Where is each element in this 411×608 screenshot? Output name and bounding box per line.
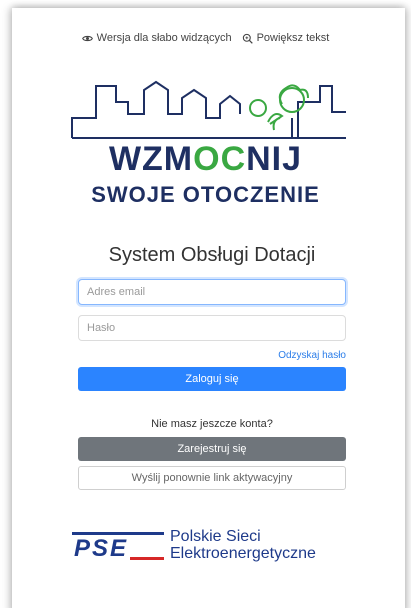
brand-part-nij: NIJ: [246, 140, 303, 178]
password-field[interactable]: [78, 315, 346, 341]
brand-title: WZMOCNIJ: [0, 140, 411, 179]
recover-password-link[interactable]: Odzyskaj hasło: [278, 350, 346, 361]
magnifier-icon: [242, 33, 253, 44]
brand-part-wzm: WZM: [108, 140, 194, 178]
eye-icon: [81, 35, 93, 41]
no-account-prompt: Nie masz jeszcze konta?: [151, 418, 273, 430]
low-vision-label: Wersja dla słabo widzących: [96, 32, 232, 44]
pse-name: Polskie Sieci Elektroenergetyczne: [170, 528, 360, 562]
pse-name-line1: Polskie Sieci: [170, 528, 261, 545]
skyline-icon: [71, 80, 346, 139]
brand-part-oc: OC: [193, 140, 247, 178]
email-field[interactable]: [78, 279, 346, 305]
pse-name-line2: Elektroenergetyczne: [170, 545, 316, 562]
resend-activation-button[interactable]: Wyślij ponownie link aktywacyjny: [78, 466, 346, 490]
login-button[interactable]: Zaloguj się: [78, 367, 346, 391]
zoom-text-label: Powiększ tekst: [256, 32, 330, 44]
low-vision-link[interactable]: Wersja dla słabo widzących: [81, 32, 232, 44]
pse-logo-icon: PSE: [72, 532, 164, 562]
pse-logo-text: PSE: [74, 535, 128, 562]
zoom-text-link[interactable]: Powiększ tekst: [242, 32, 330, 44]
page-title: System Obsługi Dotacji: [108, 244, 316, 266]
accessibility-bar: Wersja dla słabo widzących Powiększ teks…: [0, 32, 411, 44]
register-button[interactable]: Zarejestruj się: [78, 437, 346, 461]
brand-subtitle: SWOJE OTOCZENIE: [91, 182, 320, 207]
